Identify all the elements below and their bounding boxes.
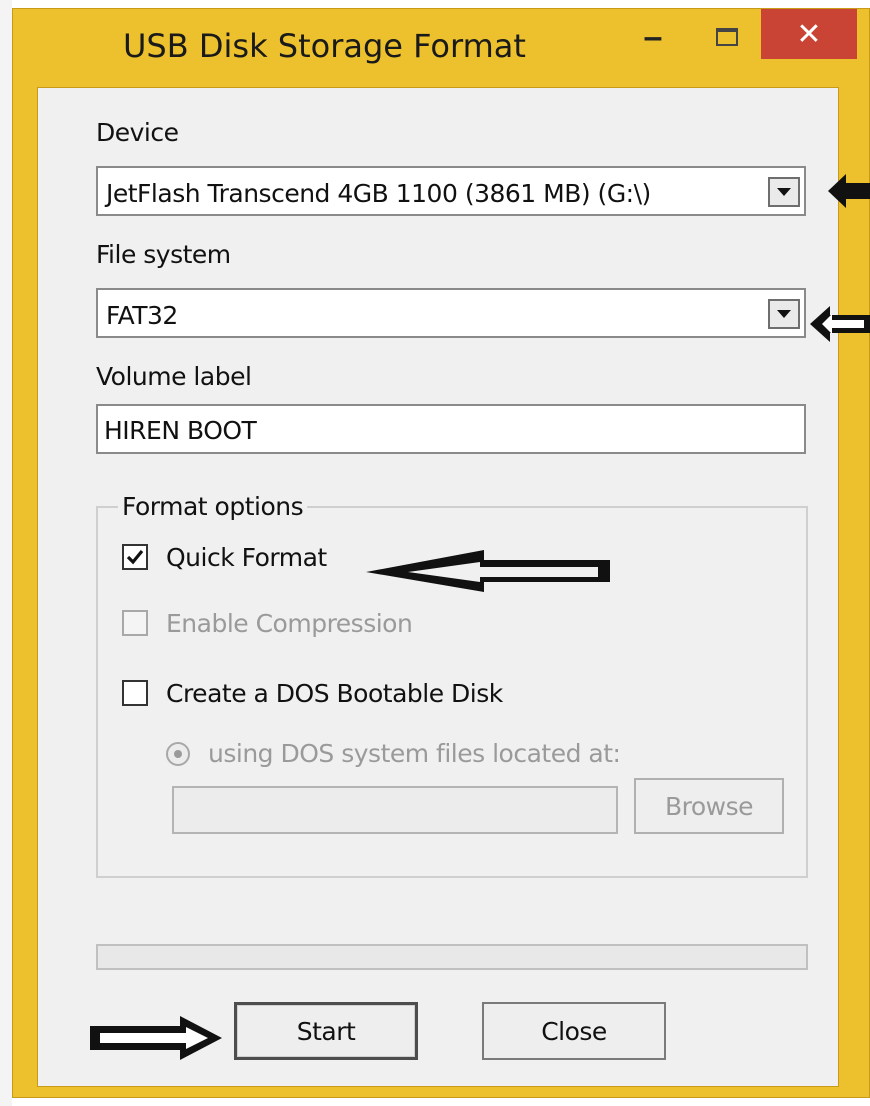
chevron-down-icon [777,310,791,318]
file-system-selected-value: FAT32 [106,301,178,330]
file-system-label: File system [96,240,231,269]
annotation-arrow-icon [810,306,870,342]
annotation-arrow-icon [366,550,610,592]
minimize-icon: – [643,17,663,56]
dos-bootable-checkbox[interactable] [122,680,148,706]
file-system-dropdown-button[interactable] [768,299,800,329]
maximize-icon [716,28,738,46]
format-options-title: Format options [118,492,308,521]
minimize-button[interactable]: – [625,9,681,65]
volume-label-caption: Volume label [96,362,252,391]
browse-button[interactable]: Browse [634,778,784,834]
annotation-arrow-icon [90,1016,222,1060]
enable-compression-checkbox[interactable] [122,610,148,636]
volume-label-input[interactable] [104,414,794,446]
dos-path-input[interactable] [172,786,618,834]
format-progress-bar [96,944,808,970]
close-window-button[interactable]: ✕ [761,9,857,59]
quick-format-label: Quick Format [166,543,327,572]
maximize-button[interactable] [699,9,755,65]
radio-dot-icon [174,750,182,758]
quick-format-checkbox[interactable] [122,544,148,570]
device-selected-value: JetFlash Transcend 4GB 1100 (3861 MB) (G… [106,179,651,208]
dos-files-radio-label: using DOS system files located at: [208,739,621,768]
volume-label-field[interactable] [96,404,806,454]
dos-files-radio[interactable] [166,742,190,766]
dos-bootable-label: Create a DOS Bootable Disk [166,679,503,708]
start-button[interactable]: Start [234,1002,418,1060]
device-label: Device [96,118,179,147]
device-dropdown-button[interactable] [768,177,800,207]
checkmark-icon [126,549,144,565]
close-icon: ✕ [796,17,822,51]
window-title: USB Disk Storage Format [123,27,526,65]
device-select[interactable]: JetFlash Transcend 4GB 1100 (3861 MB) (G… [96,166,806,216]
close-button[interactable]: Close [482,1002,666,1060]
enable-compression-label: Enable Compression [166,609,413,638]
file-system-select[interactable]: FAT32 [96,288,806,338]
background-app-strip [0,0,12,1106]
annotation-arrow-icon [828,174,870,208]
chevron-down-icon [777,188,791,196]
